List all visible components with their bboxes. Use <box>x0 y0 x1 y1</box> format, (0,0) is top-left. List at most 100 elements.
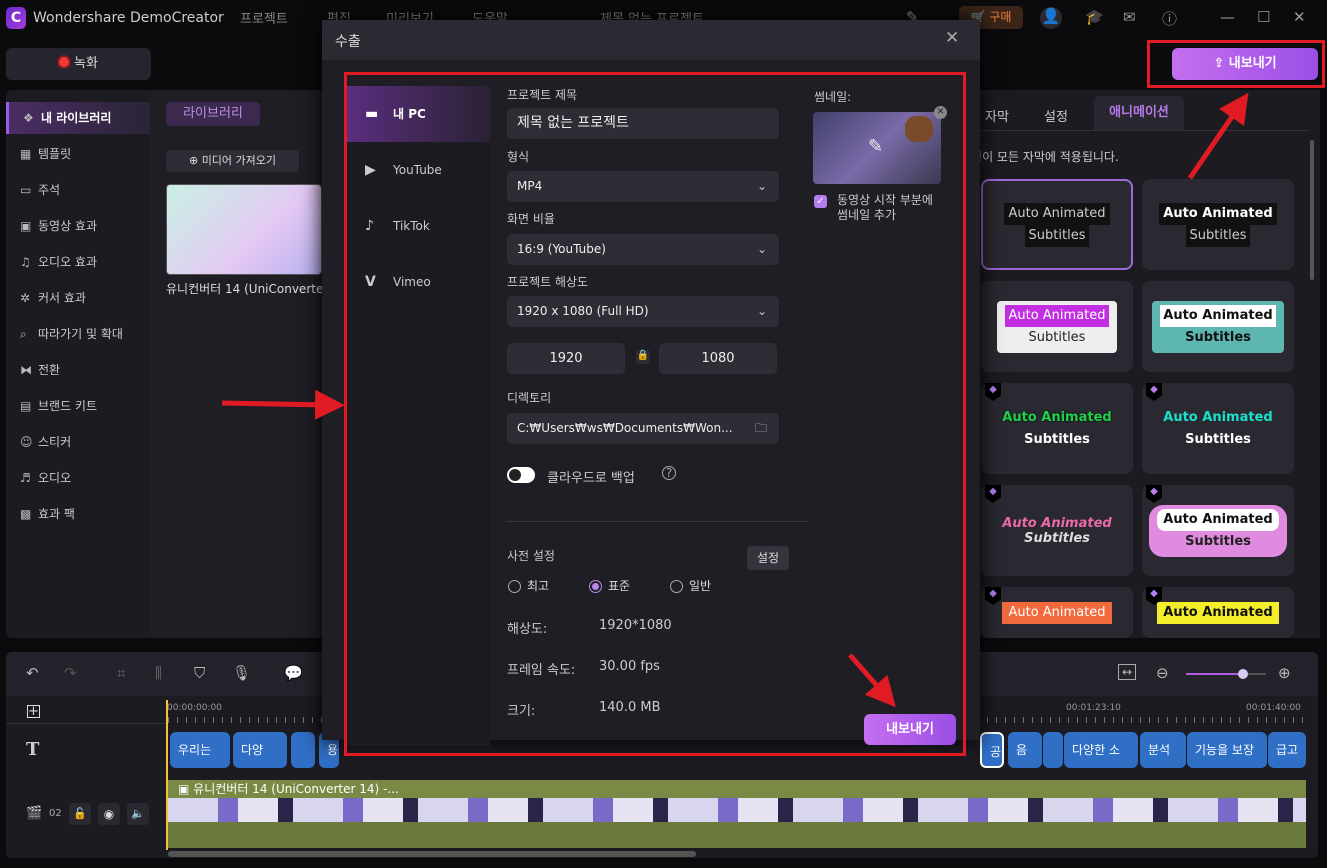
sidebar-item[interactable]: ▭ 주석 <box>6 174 150 206</box>
library-tab[interactable]: 라이브러리 <box>166 102 260 126</box>
play-icon: ▣ <box>178 782 190 796</box>
thumbnail-checkbox[interactable]: ✓ <box>814 195 827 208</box>
lock-track-icon[interactable]: 🔓 <box>69 803 91 825</box>
preset-normal[interactable]: 일반 <box>670 577 711 594</box>
zoom-out-icon[interactable]: ⊖ <box>1156 664 1169 682</box>
mute-icon[interactable]: 🔈 <box>127 803 149 825</box>
subtitle-clip[interactable]: 다양한 소 <box>1064 732 1138 768</box>
sidebar-item[interactable]: ☺ 스티커 <box>6 426 150 458</box>
menu-project[interactable]: 프로젝트 <box>240 8 288 27</box>
subtitle-style-card[interactable]: Auto Animated Subtitles <box>981 281 1133 372</box>
subtitle-clip[interactable] <box>291 732 315 768</box>
subtitle-clip[interactable]: 음 <box>1008 732 1042 768</box>
tab-settings[interactable]: 설정 <box>1044 106 1068 125</box>
audio-effect-icon: ♫ <box>20 255 31 269</box>
thumbnail-preview[interactable]: ✎ <box>813 112 941 184</box>
sidebar-item[interactable]: ▤ 브랜드 키트 <box>6 390 150 422</box>
help-icon[interactable]: ? <box>662 466 676 480</box>
help-icon[interactable]: ⓘ <box>1162 8 1177 29</box>
sidebar-item[interactable]: ⧓ 전환 <box>6 354 150 386</box>
caption-icon[interactable]: 💬 <box>284 664 303 682</box>
edit-pencil-icon[interactable]: ✎ <box>868 136 883 157</box>
preset-standard[interactable]: 표준 <box>589 577 630 594</box>
subtitle-style-card[interactable]: Auto Animated Subtitles ◆ <box>981 383 1133 474</box>
aspect-select[interactable]: 16:9 (YouTube) ⌄ <box>507 234 779 265</box>
media-clip-thumbnail[interactable] <box>166 184 322 275</box>
import-media-button[interactable]: ⊕ 미디어 가져오기 <box>166 150 299 172</box>
account-icon[interactable]: 👤 <box>1040 7 1062 29</box>
subtitle-clip[interactable]: 다양 <box>233 732 287 768</box>
resolution-select[interactable]: 1920 x 1080 (Full HD) ⌄ <box>507 296 779 327</box>
export-button-top[interactable]: ⇪ 내보내기 <box>1172 48 1318 80</box>
dialog-close-icon[interactable]: ✕ <box>945 28 959 48</box>
subtitle-clip[interactable]: 우리는 <box>170 732 230 768</box>
microphone-icon[interactable]: 🎙 <box>232 664 251 682</box>
subtitle-style-card[interactable]: Auto Animated Subtitles ◆ <box>1142 485 1294 576</box>
minimize-icon[interactable]: — <box>1220 8 1235 26</box>
sidebar-item[interactable]: ▩ 효과 팩 <box>6 498 150 530</box>
nav-tiktok[interactable]: ♪ TikTok <box>347 198 490 254</box>
nav-youtube[interactable]: ▶ YouTube <box>347 142 490 198</box>
width-input[interactable]: 1920 <box>507 343 625 374</box>
subtitle-style-card[interactable]: Auto Animated Subtitles ◆ <box>981 485 1133 576</box>
fit-timeline-icon[interactable]: ↔ <box>1118 664 1137 680</box>
sidebar-item[interactable]: ❖ 내 라이브러리 <box>6 102 150 134</box>
settings-note: 설정이 모든 자막에 적용됩니다. <box>960 150 1119 164</box>
sidebar-item[interactable]: ♬ 오디오 <box>6 462 150 494</box>
style-line1: Auto Animated <box>1002 409 1112 425</box>
project-title-input[interactable]: 제목 없는 프로젝트 <box>507 108 779 139</box>
zoom-slider[interactable] <box>1186 669 1266 679</box>
media-clip-name: 유니컨버터 14 (UniConverter 14) <box>166 282 322 296</box>
subtitle-clip[interactable]: 급고 <box>1268 732 1306 768</box>
close-window-icon[interactable]: ✕ <box>1293 8 1306 26</box>
subtitle-style-card[interactable]: Auto Animated Subtitles <box>1142 281 1294 372</box>
cloud-backup-toggle[interactable] <box>507 467 535 483</box>
playhead[interactable] <box>166 700 168 850</box>
subtitle-style-card[interactable]: Auto Animated Subtitles ◆ <box>1142 383 1294 474</box>
subtitle-style-card[interactable]: Auto Animated ◆ <box>981 587 1133 638</box>
zoom-in-icon[interactable]: ⊕ <box>1278 664 1291 682</box>
nav-vimeo[interactable]: V Vimeo <box>347 254 490 310</box>
sidebar-item[interactable]: ♫ 오디오 효과 <box>6 246 150 278</box>
subtitle-clip[interactable]: 기능을 보장 <box>1187 732 1267 768</box>
subtitle-style-card[interactable]: Auto Animated ◆ <box>1142 587 1294 638</box>
lock-ratio-icon[interactable]: 🔒 <box>636 350 650 364</box>
maximize-icon[interactable]: ☐ <box>1257 8 1270 26</box>
tab-subtitles[interactable]: 자막 <box>985 106 1009 125</box>
subtitle-clip[interactable] <box>1043 732 1063 768</box>
marker-icon[interactable]: ⛉ <box>194 664 205 682</box>
right-panel-scrollbar[interactable] <box>1310 140 1314 280</box>
sidebar-item[interactable]: ⌕ 따라가기 및 확대 <box>6 318 150 350</box>
nav-my-pc[interactable]: ▬ 내 PC <box>347 86 490 142</box>
tutorial-icon[interactable]: 🎓 <box>1085 8 1104 26</box>
cursor-icon: ✲ <box>20 291 31 305</box>
folder-icon[interactable]: 🗀 <box>755 413 767 444</box>
crop-icon[interactable]: ⌗ <box>117 664 125 682</box>
undo-icon[interactable]: ↶ <box>26 664 39 682</box>
subtitle-style-card[interactable]: Auto Animated Subtitles <box>981 179 1133 270</box>
remove-thumbnail-icon[interactable]: ✕ <box>934 106 947 119</box>
preset-best[interactable]: 최고 <box>508 577 549 594</box>
style-line1: Auto Animated <box>1159 202 1277 225</box>
height-input[interactable]: 1080 <box>659 343 777 374</box>
sidebar-item[interactable]: ▦ 템플릿 <box>6 138 150 170</box>
sidebar-item[interactable]: ✲ 커서 효과 <box>6 282 150 314</box>
visibility-icon[interactable]: ◉ <box>98 803 120 825</box>
preset-settings-button[interactable]: 설정 <box>747 546 789 570</box>
tab-animation[interactable]: 애니메이션 <box>1094 96 1184 130</box>
directory-input[interactable]: C:₩Users₩ws₩Documents₩Won... 🗀 <box>507 413 779 444</box>
dialog-export-button[interactable]: 내보내기 <box>864 714 956 745</box>
record-button[interactable]: 녹화 <box>6 48 151 80</box>
import-label: 미디어 가져오기 <box>201 154 277 167</box>
add-track-icon[interactable]: + <box>27 705 40 718</box>
zoom-slider-handle[interactable] <box>1238 669 1248 679</box>
timeline-scrollbar[interactable] <box>168 851 696 857</box>
split-icon[interactable]: ⫼ <box>155 664 162 682</box>
format-select[interactable]: MP4 ⌄ <box>507 171 779 202</box>
mail-icon[interactable]: ✉ <box>1123 8 1136 26</box>
sidebar-item[interactable]: ▣ 동영상 효과 <box>6 210 150 242</box>
subtitle-clip[interactable]: 공개 <box>980 732 1004 768</box>
subtitle-style-card[interactable]: Auto Animated Subtitles <box>1142 179 1294 270</box>
subtitle-clip[interactable]: 분석 <box>1140 732 1186 768</box>
redo-icon[interactable]: ↷ <box>64 664 77 682</box>
